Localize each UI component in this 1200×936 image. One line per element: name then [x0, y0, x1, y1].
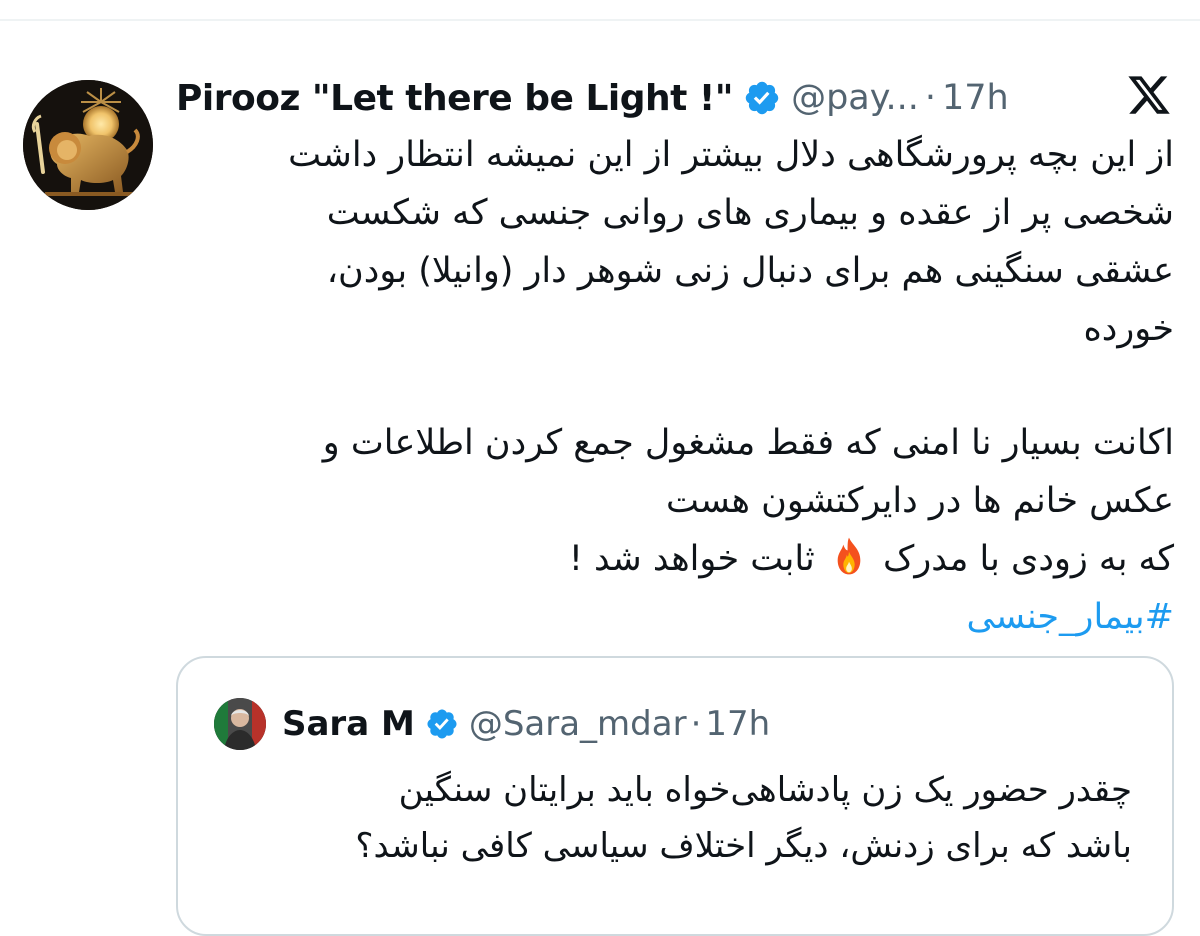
separator-dot: · [690, 704, 702, 744]
quoted-tweet-line: باشد که برای زدنش، دیگر اختلاف سیاسی کاف… [355, 826, 1132, 866]
quoted-author-avatar[interactable] [214, 698, 266, 750]
hashtag-link[interactable]: #بیمار_جنسی [170, 588, 1174, 646]
author-handle[interactable]: @pay... [791, 78, 919, 118]
separator-dot: · [924, 78, 936, 118]
quoted-tweet-timestamp[interactable]: 17h [705, 704, 770, 744]
fire-emoji-icon [837, 537, 861, 575]
tweet-header: Pirooz "Let there be Light !" @pay... · … [176, 70, 1009, 126]
tweet-line: اکانت بسیار نا امنی که فقط مشغول جمع کرد… [322, 423, 1174, 463]
tweet-timestamp[interactable]: 17h [942, 78, 1009, 118]
tweet-line: عکس خانم ها در دایرکتشون هست [665, 481, 1174, 521]
author-avatar[interactable] [23, 80, 153, 210]
lion-and-sun-icon [23, 80, 153, 210]
tweet-text: از این بچه پرورشگاهی دلال بیشتر از این ن… [170, 126, 1174, 646]
quoted-tweet-text: چقدر حضور یک زن پادشاهی‌خواه باید برایتا… [218, 762, 1168, 874]
x-logo-icon[interactable] [1124, 72, 1174, 118]
quoted-tweet-card[interactable]: Sara M @Sara_mdar · 17h چقدر حضور یک زن … [176, 656, 1174, 936]
author-display-name[interactable]: Pirooz "Let there be Light !" [176, 78, 734, 119]
verified-badge-icon [745, 81, 779, 115]
tweet-line: عشقی سنگینی هم برای دنبال زنی شوهر دار (… [326, 251, 1174, 291]
tweet-line-start: که به زودی با مدرک [883, 539, 1174, 579]
tweet-line: از این بچه پرورشگاهی دلال بیشتر از این ن… [288, 135, 1174, 175]
quoted-tweet-line: چقدر حضور یک زن پادشاهی‌خواه باید برایتا… [398, 770, 1132, 810]
tweet-line-with-emoji: که به زودی با مدرک ثابت خواهد شد ! [170, 530, 1174, 588]
top-divider [0, 19, 1200, 21]
quoted-author-handle[interactable]: @Sara_mdar [469, 704, 687, 744]
tweet-line: خورده [1083, 309, 1174, 349]
tweet-line: شخصی پر از عقده و بیماری های روانی جنسی … [326, 193, 1174, 233]
quoted-author-display-name[interactable]: Sara M [282, 704, 415, 744]
user-avatar [214, 698, 266, 750]
tweet-line-end: ثابت خواهد شد ! [568, 539, 815, 579]
verified-badge-icon [427, 709, 457, 739]
quoted-tweet-header: Sara M @Sara_mdar · 17h [214, 696, 770, 752]
